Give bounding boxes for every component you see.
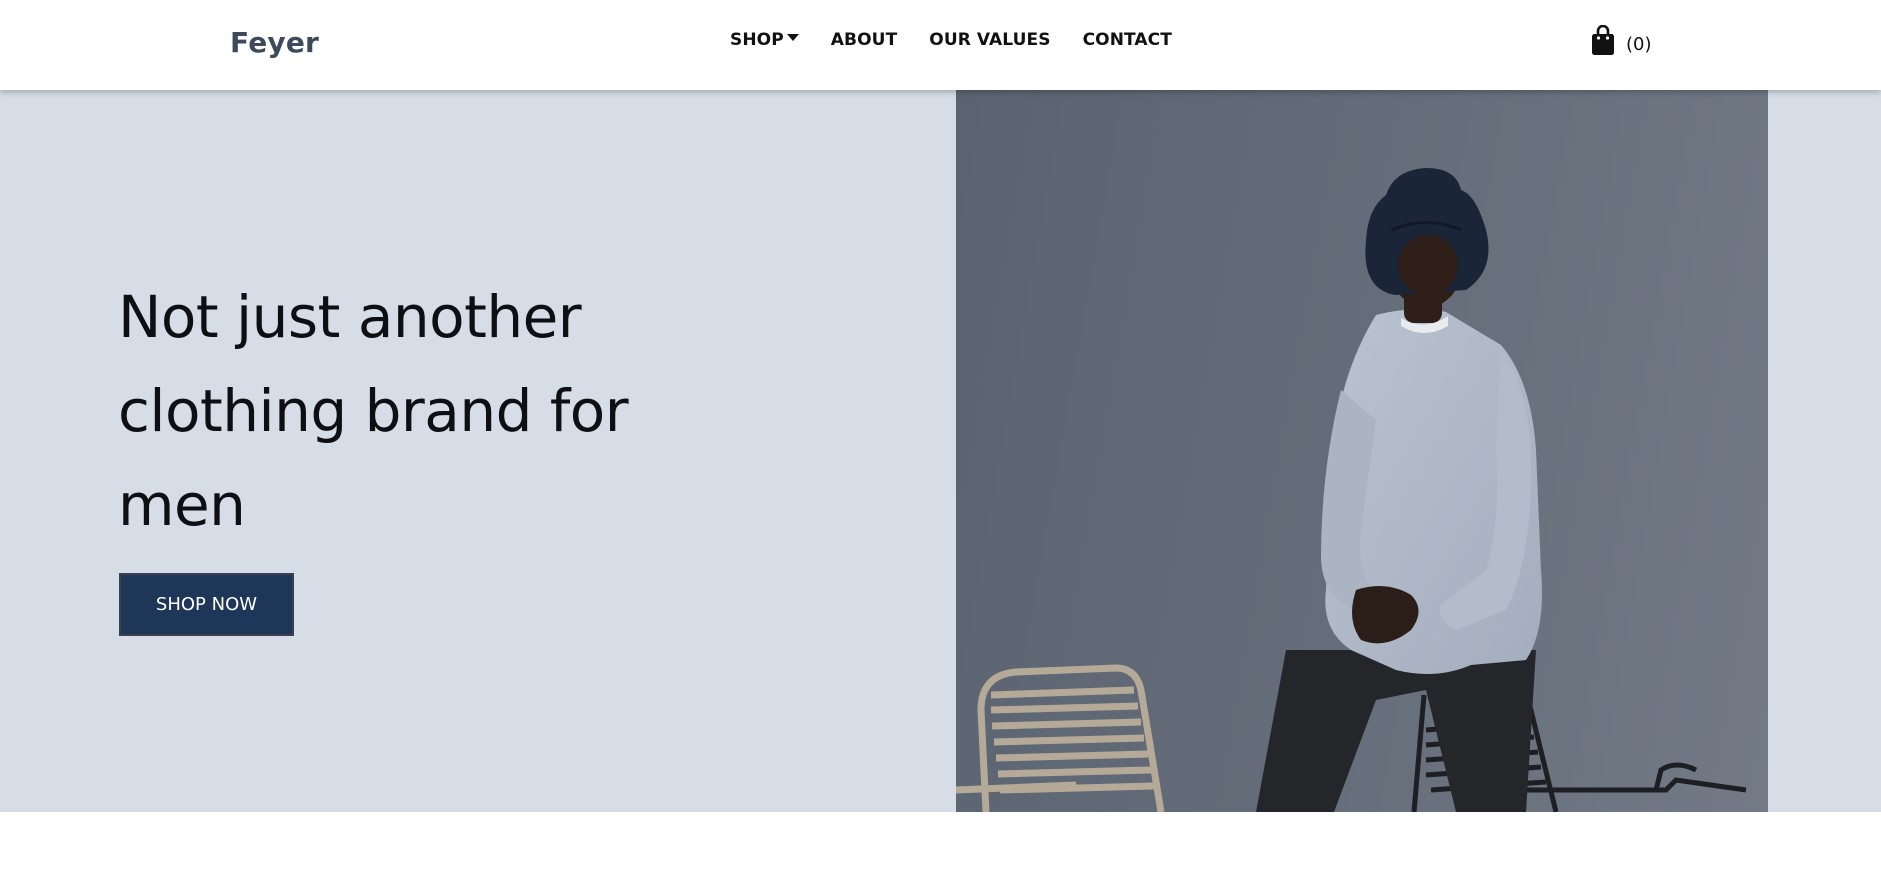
- nav-item-contact[interactable]: CONTACT: [1083, 30, 1172, 50]
- shopping-bag-icon: [1590, 24, 1616, 61]
- nav-item-contact-label: CONTACT: [1082, 30, 1172, 50]
- shop-now-button[interactable]: SHOP NOW: [119, 573, 294, 636]
- hero-title: Not just another clothing brand for men: [118, 283, 629, 539]
- page-below-hero: [0, 812, 1881, 895]
- cart-button[interactable]: (0): [1590, 24, 1652, 61]
- caret-down-icon: [786, 33, 799, 41]
- nav-item-about-label: ABOUT: [830, 30, 898, 50]
- hero-section: Not just another clothing brand for men …: [0, 90, 1881, 812]
- nav-item-shop[interactable]: SHOP: [730, 30, 799, 50]
- nav-item-our-values-label: OUR VALUES: [929, 30, 1051, 50]
- cart-count: (0): [1626, 33, 1652, 55]
- site-header: Feyer SHOP ABOUT OUR VALUES CONTACT (0): [0, 0, 1881, 90]
- main-nav: SHOP ABOUT OUR VALUES CONTACT: [730, 30, 1204, 50]
- brand-logo[interactable]: Feyer: [230, 26, 319, 59]
- nav-item-our-values[interactable]: OUR VALUES: [929, 30, 1050, 50]
- hero-photo: [956, 90, 1768, 812]
- nav-item-shop-label: SHOP: [730, 30, 784, 50]
- nav-item-about[interactable]: ABOUT: [831, 30, 897, 50]
